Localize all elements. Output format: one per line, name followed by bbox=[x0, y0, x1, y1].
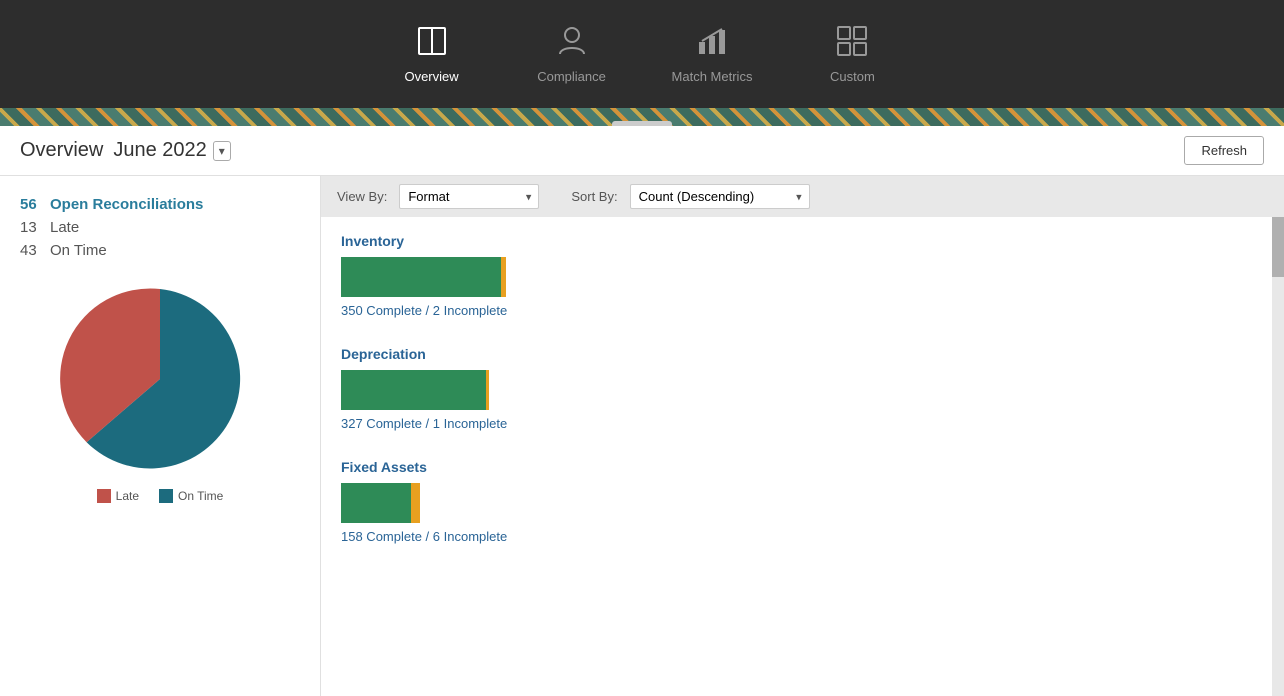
scrollbar-track[interactable] bbox=[1272, 217, 1284, 696]
body-row: 56 Open Reconciliations 13 Late 43 On Ti… bbox=[0, 176, 1284, 696]
chart-item-depreciation: Depreciation 327 Complete / 1 Incomplete bbox=[341, 346, 1264, 431]
filter-bar: View By: Format Sort By: Count (Descendi… bbox=[321, 176, 1284, 217]
late-count: 13 bbox=[20, 219, 50, 236]
legend-ontime: On Time bbox=[159, 489, 223, 503]
page-header: Overview June 2022 ▾ Refresh bbox=[0, 126, 1284, 176]
legend-ontime-color bbox=[159, 489, 173, 503]
chart-item-inventory-bar bbox=[341, 257, 1264, 297]
month-label: June 2022 bbox=[113, 139, 206, 162]
page-title: Overview bbox=[20, 139, 103, 162]
chart-list: Inventory 350 Complete / 2 Incomplete De… bbox=[321, 217, 1284, 696]
chart-item-fixed-assets-bar bbox=[341, 483, 1264, 523]
view-by-label: View By: bbox=[337, 189, 387, 204]
right-panel: View By: Format Sort By: Count (Descendi… bbox=[320, 176, 1284, 696]
legend-late-label: Late bbox=[116, 489, 139, 503]
legend-late: Late bbox=[97, 489, 139, 503]
open-reconciliations-row: 56 Open Reconciliations bbox=[20, 196, 300, 213]
month-dropdown-button[interactable]: ▾ bbox=[213, 141, 231, 161]
pie-container: Late On Time bbox=[20, 279, 300, 503]
chart-item-inventory-stats: 350 Complete / 2 Incomplete bbox=[341, 303, 1264, 318]
pie-legend: Late On Time bbox=[97, 489, 224, 503]
depreciation-complete-bar bbox=[341, 370, 486, 410]
main-content: Overview June 2022 ▾ Refresh 56 Open Rec… bbox=[0, 126, 1284, 696]
top-nav: Overview Compliance Match Metrics bbox=[0, 0, 1284, 108]
nav-item-compliance[interactable]: Compliance bbox=[532, 24, 612, 84]
match-metrics-icon bbox=[695, 24, 729, 63]
decorative-banner bbox=[0, 108, 1284, 126]
scrollbar-thumb[interactable] bbox=[1272, 217, 1284, 277]
month-selector: June 2022 ▾ bbox=[113, 139, 230, 162]
chart-item-fixed-assets: Fixed Assets 158 Complete / 6 Incomplete bbox=[341, 459, 1264, 544]
nav-label-match-metrics: Match Metrics bbox=[672, 69, 753, 84]
sort-by-select[interactable]: Count (Descending) bbox=[630, 184, 810, 209]
custom-icon bbox=[835, 24, 869, 63]
chart-item-depreciation-title: Depreciation bbox=[341, 346, 1264, 362]
late-row: 13 Late bbox=[20, 219, 300, 236]
refresh-button[interactable]: Refresh bbox=[1184, 136, 1264, 165]
nav-item-overview[interactable]: Overview bbox=[392, 24, 472, 84]
open-label: Open Reconciliations bbox=[50, 196, 203, 213]
open-count: 56 bbox=[20, 196, 50, 213]
fixed-assets-incomplete-bar bbox=[411, 483, 420, 523]
nav-item-match-metrics[interactable]: Match Metrics bbox=[672, 24, 753, 84]
depreciation-incomplete-bar bbox=[486, 370, 489, 410]
view-by-select-wrapper: Format bbox=[399, 184, 539, 209]
chart-item-depreciation-bar bbox=[341, 370, 1264, 410]
fixed-assets-complete-bar bbox=[341, 483, 411, 523]
inventory-incomplete-bar bbox=[501, 257, 506, 297]
sort-by-label: Sort By: bbox=[571, 189, 617, 204]
nav-label-compliance: Compliance bbox=[537, 69, 606, 84]
pie-chart bbox=[60, 279, 260, 479]
chart-item-inventory-title: Inventory bbox=[341, 233, 1264, 249]
left-panel: 56 Open Reconciliations 13 Late 43 On Ti… bbox=[0, 176, 320, 696]
sort-by-select-wrapper: Count (Descending) bbox=[630, 184, 810, 209]
legend-ontime-label: On Time bbox=[178, 489, 223, 503]
nav-label-overview: Overview bbox=[404, 69, 458, 84]
chart-item-fixed-assets-title: Fixed Assets bbox=[341, 459, 1264, 475]
ontime-count: 43 bbox=[20, 242, 50, 259]
chart-item-fixed-assets-stats: 158 Complete / 6 Incomplete bbox=[341, 529, 1264, 544]
compliance-icon bbox=[555, 24, 589, 63]
ontime-label: On Time bbox=[50, 242, 107, 259]
view-by-select[interactable]: Format bbox=[399, 184, 539, 209]
overview-icon bbox=[415, 24, 449, 63]
chart-item-inventory: Inventory 350 Complete / 2 Incomplete bbox=[341, 233, 1264, 318]
late-label: Late bbox=[50, 219, 79, 236]
nav-item-custom[interactable]: Custom bbox=[812, 24, 892, 84]
nav-label-custom: Custom bbox=[830, 69, 875, 84]
legend-late-color bbox=[97, 489, 111, 503]
ontime-row: 43 On Time bbox=[20, 242, 300, 259]
chart-item-depreciation-stats: 327 Complete / 1 Incomplete bbox=[341, 416, 1264, 431]
inventory-complete-bar bbox=[341, 257, 501, 297]
